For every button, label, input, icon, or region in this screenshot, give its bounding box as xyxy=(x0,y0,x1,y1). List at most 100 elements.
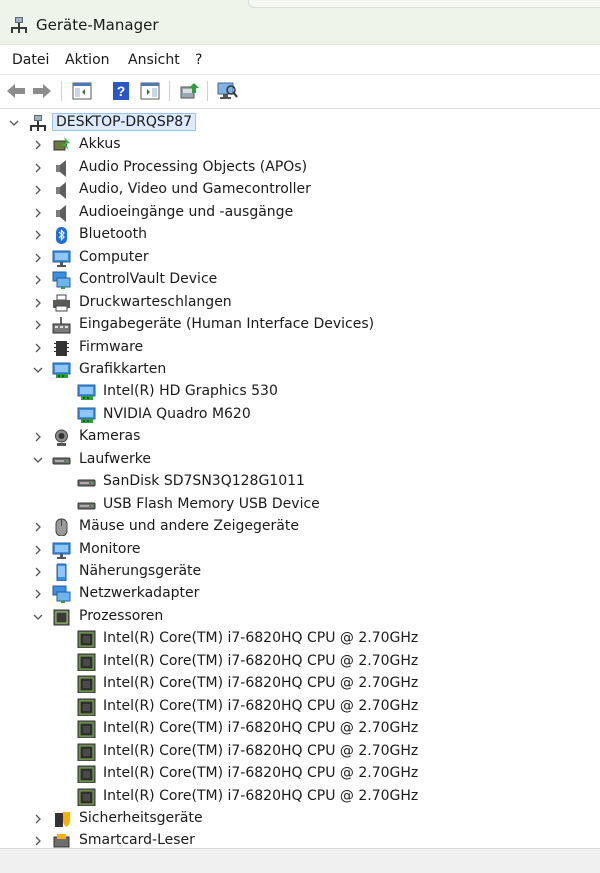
chevron-right-icon[interactable] xyxy=(32,184,44,196)
chevron-right-icon[interactable] xyxy=(32,297,44,309)
tree-category[interactable]: Firmware xyxy=(0,337,600,359)
console-tree-icon[interactable] xyxy=(71,81,93,101)
category-label[interactable]: Prozessoren xyxy=(79,608,163,624)
tree-category[interactable]: Bluetooth xyxy=(0,224,600,246)
category-label[interactable]: ControlVault Device xyxy=(79,271,217,287)
action-pane-icon[interactable] xyxy=(139,81,161,101)
device-label[interactable]: Intel(R) Core(TM) i7-6820HQ CPU @ 2.70GH… xyxy=(103,788,418,804)
tree-device[interactable]: USB Flash Memory USB Device xyxy=(0,494,600,516)
tree-category[interactable]: Audioeingänge und -ausgänge xyxy=(0,202,600,224)
update-driver-icon[interactable] xyxy=(178,81,200,101)
chevron-right-icon[interactable] xyxy=(32,813,44,825)
menu-ansicht[interactable]: Ansicht xyxy=(128,52,180,68)
menu-help[interactable]: ? xyxy=(195,52,202,68)
tree-device[interactable]: Intel(R) Core(TM) i7-6820HQ CPU @ 2.70GH… xyxy=(0,741,600,763)
category-label[interactable]: Sicherheitsgeräte xyxy=(79,810,203,826)
tree-category[interactable]: Sicherheitsgeräte xyxy=(0,808,600,830)
device-label[interactable]: Intel(R) Core(TM) i7-6820HQ CPU @ 2.70GH… xyxy=(103,675,418,691)
tree-category[interactable]: Grafikkarten xyxy=(0,359,600,381)
chevron-right-icon[interactable] xyxy=(32,588,44,600)
chevron-right-icon[interactable] xyxy=(32,431,44,443)
category-label[interactable]: Eingabegeräte (Human Interface Devices) xyxy=(79,316,374,332)
tree-category[interactable]: Mäuse und andere Zeigegeräte xyxy=(0,516,600,538)
chevron-down-icon[interactable] xyxy=(32,611,44,623)
tree-device[interactable]: Intel(R) Core(TM) i7-6820HQ CPU @ 2.70GH… xyxy=(0,696,600,718)
cpu-icon xyxy=(77,653,96,671)
tree-device[interactable]: Intel(R) HD Graphics 530 xyxy=(0,381,600,403)
category-label[interactable]: Näherungsgeräte xyxy=(79,563,201,579)
tree-category[interactable]: Smartcard-Leser xyxy=(0,830,600,848)
chevron-right-icon[interactable] xyxy=(32,544,44,556)
chevron-right-icon[interactable] xyxy=(32,162,44,174)
device-label[interactable]: Intel(R) Core(TM) i7-6820HQ CPU @ 2.70GH… xyxy=(103,698,418,714)
chevron-right-icon[interactable] xyxy=(32,139,44,151)
category-label[interactable]: Bluetooth xyxy=(79,226,147,242)
device-label[interactable]: Intel(R) HD Graphics 530 xyxy=(103,383,278,399)
device-label[interactable]: NVIDIA Quadro M620 xyxy=(103,406,251,422)
tree-category[interactable]: Prozessoren xyxy=(0,606,600,628)
tree-category[interactable]: Audio, Video und Gamecontroller xyxy=(0,179,600,201)
tree-root-label[interactable]: DESKTOP-DRQSP87 xyxy=(52,113,197,131)
tree-device[interactable]: Intel(R) Core(TM) i7-6820HQ CPU @ 2.70GH… xyxy=(0,628,600,650)
device-label[interactable]: Intel(R) Core(TM) i7-6820HQ CPU @ 2.70GH… xyxy=(103,765,418,781)
chevron-right-icon[interactable] xyxy=(32,566,44,578)
tree-device[interactable]: Intel(R) Core(TM) i7-6820HQ CPU @ 2.70GH… xyxy=(0,786,600,808)
tree-category[interactable]: ControlVault Device xyxy=(0,269,600,291)
chevron-down-icon[interactable] xyxy=(32,454,44,466)
category-label[interactable]: Firmware xyxy=(79,339,143,355)
category-label[interactable]: Grafikkarten xyxy=(79,361,166,377)
tree-device[interactable]: Intel(R) Core(TM) i7-6820HQ CPU @ 2.70GH… xyxy=(0,673,600,695)
chevron-right-icon[interactable] xyxy=(32,274,44,286)
category-label[interactable]: Monitore xyxy=(79,541,141,557)
category-label[interactable]: Audioeingänge und -ausgänge xyxy=(79,204,293,220)
back-arrow-icon[interactable] xyxy=(5,81,27,101)
help-icon[interactable]: ? xyxy=(110,81,132,101)
chevron-right-icon[interactable] xyxy=(32,207,44,219)
device-tree[interactable]: DESKTOP-DRQSP87 Akkus Audio Processing Obj… xyxy=(0,108,600,848)
chevron-right-icon[interactable] xyxy=(32,319,44,331)
tree-category[interactable]: Audio Processing Objects (APOs) xyxy=(0,157,600,179)
tree-device[interactable]: SanDisk SD7SN3Q128G1011 xyxy=(0,471,600,493)
menu-aktion[interactable]: Aktion xyxy=(65,52,110,68)
device-label[interactable]: SanDisk SD7SN3Q128G1011 xyxy=(103,473,305,489)
device-label[interactable]: USB Flash Memory USB Device xyxy=(103,496,320,512)
chevron-right-icon[interactable] xyxy=(32,835,44,847)
category-label[interactable]: Druckwarteschlangen xyxy=(79,294,232,310)
chevron-right-icon[interactable] xyxy=(32,252,44,264)
chevron-right-icon[interactable] xyxy=(32,342,44,354)
category-label[interactable]: Audio Processing Objects (APOs) xyxy=(79,159,307,175)
device-label[interactable]: Intel(R) Core(TM) i7-6820HQ CPU @ 2.70GH… xyxy=(103,720,418,736)
device-label[interactable]: Intel(R) Core(TM) i7-6820HQ CPU @ 2.70GH… xyxy=(103,743,418,759)
tree-category[interactable]: Laufwerke xyxy=(0,449,600,471)
category-label[interactable]: Audio, Video und Gamecontroller xyxy=(79,181,311,197)
tree-root[interactable]: DESKTOP-DRQSP87 xyxy=(0,112,600,134)
category-label[interactable]: Kameras xyxy=(79,428,140,444)
category-label[interactable]: Computer xyxy=(79,249,149,265)
tree-category[interactable]: Kameras xyxy=(0,426,600,448)
category-label[interactable]: Laufwerke xyxy=(79,451,151,467)
chevron-down-icon[interactable] xyxy=(32,364,44,376)
category-label[interactable]: Smartcard-Leser xyxy=(79,832,195,848)
chevron-right-icon[interactable] xyxy=(32,521,44,533)
tree-category[interactable]: Näherungsgeräte xyxy=(0,561,600,583)
tree-device[interactable]: NVIDIA Quadro M620 xyxy=(0,404,600,426)
tree-device[interactable]: Intel(R) Core(TM) i7-6820HQ CPU @ 2.70GH… xyxy=(0,718,600,740)
menu-datei[interactable]: Datei xyxy=(12,52,49,68)
tree-category[interactable]: Eingabegeräte (Human Interface Devices) xyxy=(0,314,600,336)
chevron-down-icon[interactable] xyxy=(8,117,20,129)
scan-hardware-icon[interactable] xyxy=(216,81,238,101)
forward-arrow-icon[interactable] xyxy=(31,81,53,101)
tree-category[interactable]: Computer xyxy=(0,247,600,269)
category-label[interactable]: Mäuse und andere Zeigegeräte xyxy=(79,518,299,534)
tree-category[interactable]: Netzwerkadapter xyxy=(0,583,600,605)
tree-category[interactable]: Akkus xyxy=(0,134,600,156)
tree-category[interactable]: Druckwarteschlangen xyxy=(0,292,600,314)
tree-device[interactable]: Intel(R) Core(TM) i7-6820HQ CPU @ 2.70GH… xyxy=(0,763,600,785)
tree-category[interactable]: Monitore xyxy=(0,539,600,561)
device-label[interactable]: Intel(R) Core(TM) i7-6820HQ CPU @ 2.70GH… xyxy=(103,630,418,646)
category-label[interactable]: Akkus xyxy=(79,136,121,152)
device-label[interactable]: Intel(R) Core(TM) i7-6820HQ CPU @ 2.70GH… xyxy=(103,653,418,669)
tree-device[interactable]: Intel(R) Core(TM) i7-6820HQ CPU @ 2.70GH… xyxy=(0,651,600,673)
category-label[interactable]: Netzwerkadapter xyxy=(79,585,199,601)
chevron-right-icon[interactable] xyxy=(32,229,44,241)
